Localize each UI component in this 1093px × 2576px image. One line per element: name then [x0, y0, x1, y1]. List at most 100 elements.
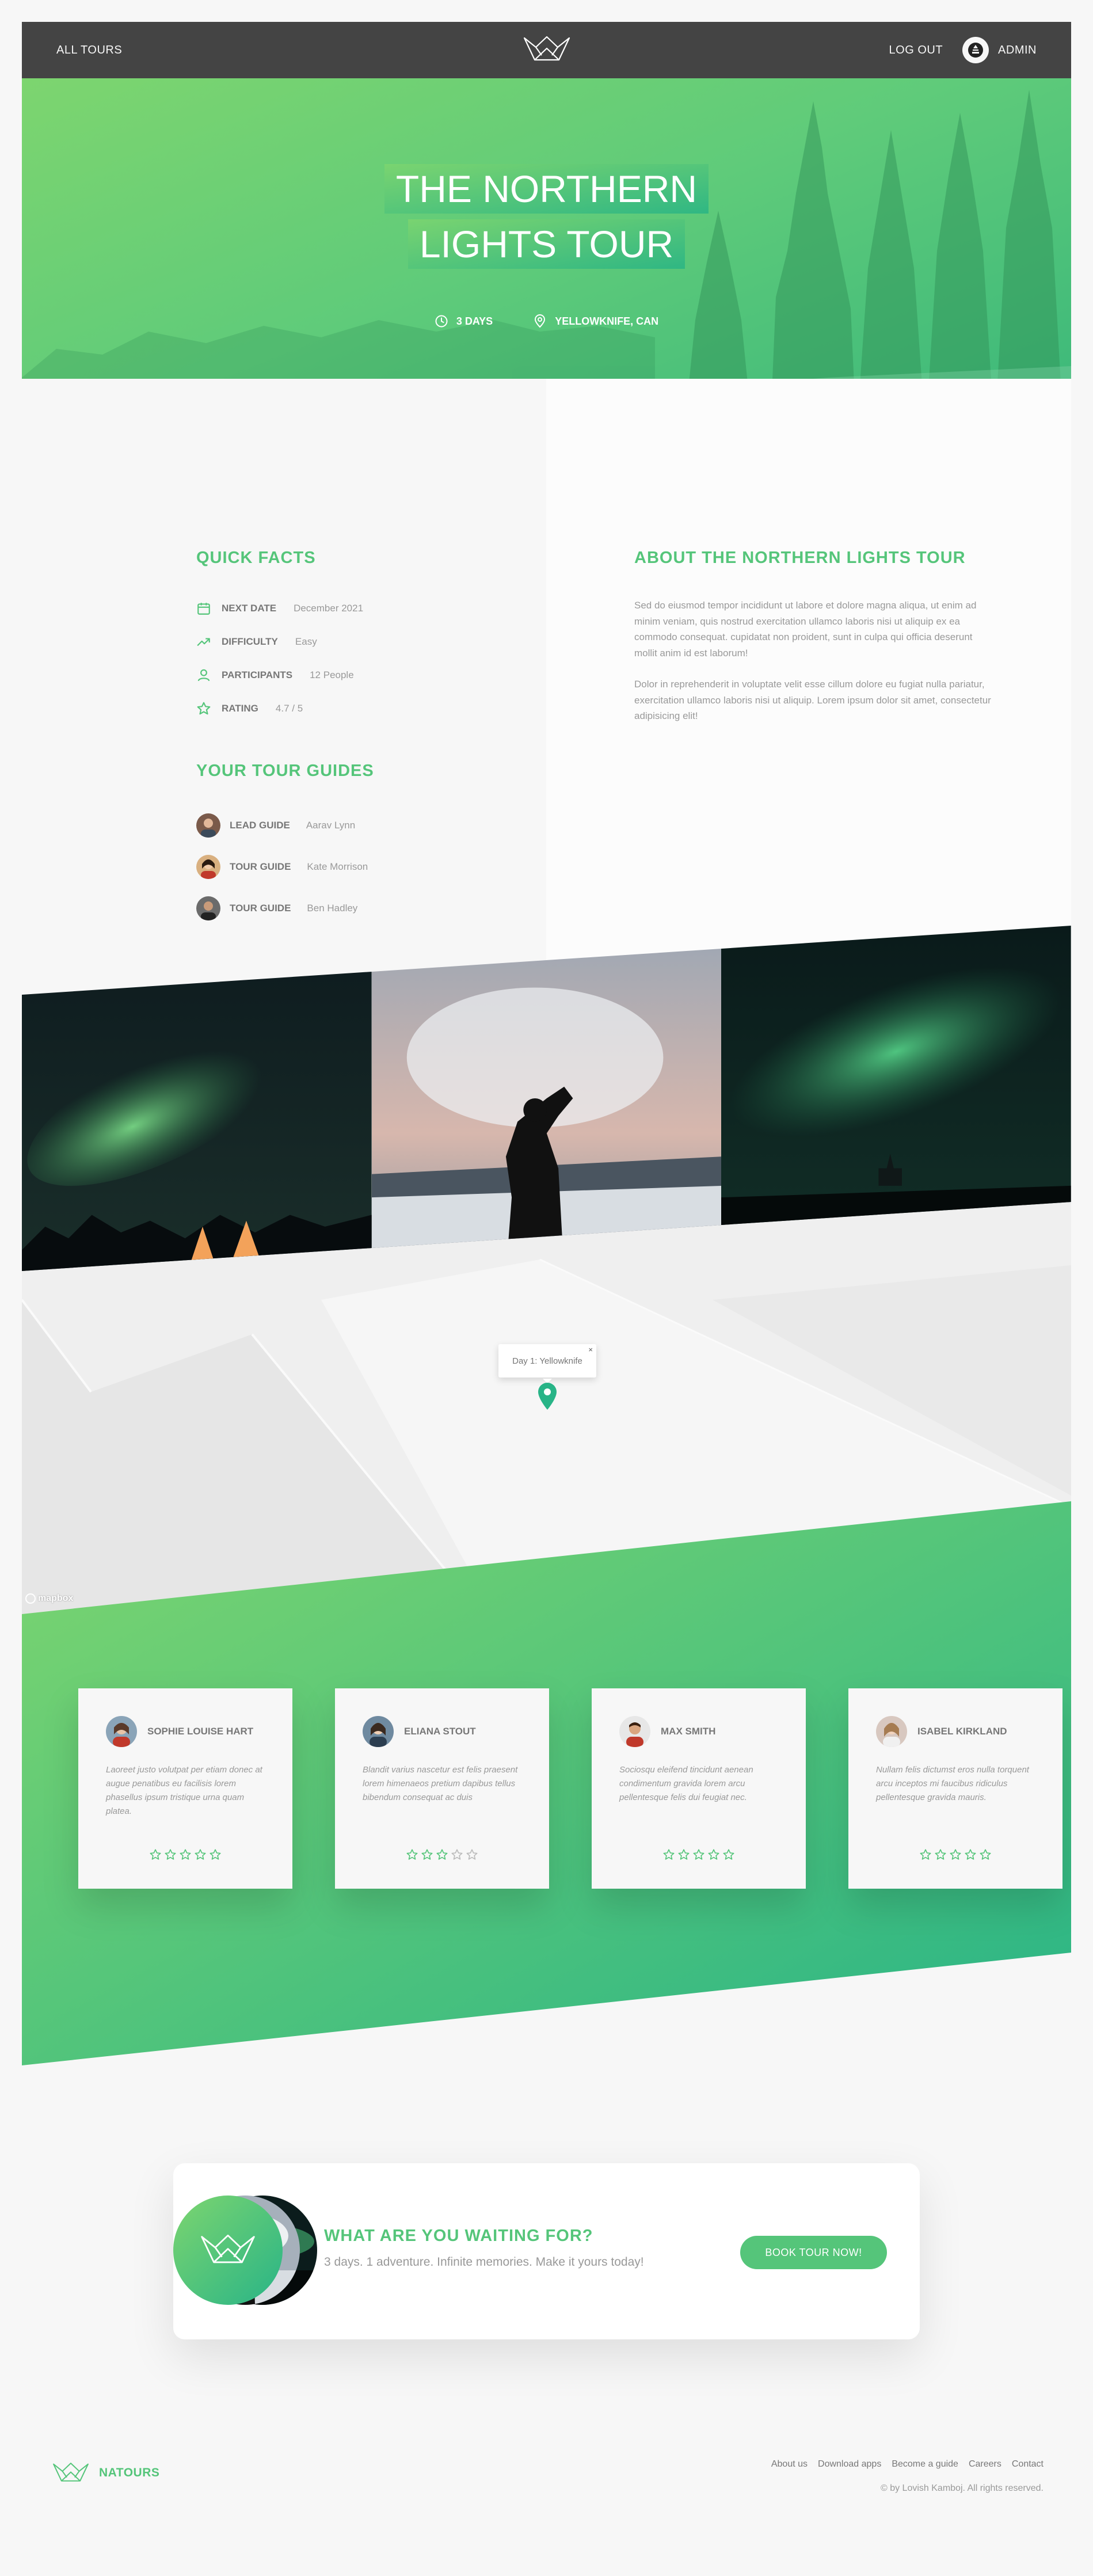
hero-duration-text: 3 DAYS [456, 315, 493, 327]
guide-item: LEAD GUIDE Aarav Lynn [196, 805, 368, 846]
all-tours-link[interactable]: ALL TOURS [56, 44, 122, 57]
star-active-icon [678, 1849, 690, 1860]
guide-role: TOUR GUIDE [230, 861, 291, 872]
book-tour-button[interactable]: BOOK TOUR NOW! [740, 2236, 887, 2269]
guide-name: Kate Morrison [307, 861, 368, 872]
star-active-icon [920, 1849, 931, 1860]
quick-facts-list: NEXT DATE December 2021 DIFFICULTY Easy … [196, 592, 363, 725]
fact-value: December 2021 [294, 603, 364, 614]
tour-title-line1: THE NORTHERN [384, 164, 709, 214]
review-card: MAX SMITH Sociosqu eleifend tincidunt ae… [592, 1688, 806, 1889]
cta-logo-circle [173, 2196, 283, 2305]
footer-link-become-guide[interactable]: Become a guide [892, 2459, 958, 2470]
cta-box: WHAT ARE YOU WAITING FOR? 3 days. 1 adve… [173, 2163, 920, 2339]
natours-logo-icon [53, 2463, 89, 2482]
review-rating [876, 1848, 1035, 1861]
logout-link[interactable]: LOG OUT [889, 44, 943, 57]
fact-label: DIFFICULTY [222, 636, 278, 647]
review-avatar [876, 1716, 907, 1747]
review-user: ELIANA STOUT [363, 1716, 521, 1747]
star-active-icon [180, 1849, 191, 1860]
user-avatar-icon [968, 43, 984, 58]
review-user: SOPHIE LOUISE HART [106, 1716, 265, 1747]
map-pin-icon [535, 314, 546, 328]
about-text: Sed do eiusmod tempor incididunt ut labo… [634, 598, 991, 739]
site-footer: NATOURS About us Download apps Become a … [22, 2428, 1071, 2532]
footer-logo[interactable]: NATOURS [52, 2461, 159, 2484]
fact-value: 4.7 / 5 [275, 703, 303, 714]
guide-name: Ben Hadley [307, 903, 358, 914]
hero-location-text: YELLOWKNIFE, CAN [555, 315, 659, 327]
hero-title-wrap: THE NORTHERN LIGHTS TOUR [22, 162, 1071, 272]
map-popup: Day 1: Yellowknife × [498, 1344, 596, 1383]
tour-title-line2: LIGHTS TOUR [408, 219, 685, 269]
review-card: ISABEL KIRKLAND Nullam felis dictumst er… [848, 1688, 1062, 1889]
natours-logo-icon [201, 2235, 255, 2263]
footer-link-careers[interactable]: Careers [969, 2459, 1001, 2470]
review-rating [619, 1848, 778, 1861]
review-avatar [363, 1716, 394, 1747]
guide-avatar [196, 896, 220, 920]
guide-role: LEAD GUIDE [230, 820, 290, 831]
calendar-icon [197, 603, 210, 615]
star-active-icon [708, 1849, 719, 1860]
tour-title: THE NORTHERN LIGHTS TOUR [384, 162, 709, 272]
about-paragraph: Dolor in reprehenderit in voluptate veli… [634, 678, 991, 722]
fact-label: NEXT DATE [222, 603, 277, 614]
footer-link-contact[interactable]: Contact [1012, 2459, 1044, 2470]
review-rating [106, 1848, 265, 1861]
star-inactive-icon [466, 1849, 478, 1860]
star-active-icon [421, 1849, 433, 1860]
user-menu[interactable]: ADMIN [962, 37, 1037, 63]
review-name: ELIANA STOUT [404, 1726, 476, 1737]
footer-copyright: © by Lovish Kamboj. All rights reserved. [880, 2483, 1044, 2493]
guide-avatar [196, 855, 220, 879]
review-user: ISABEL KIRKLAND [876, 1716, 1035, 1747]
cta-text: 3 days. 1 adventure. Infinite memories. … [324, 2255, 644, 2269]
mapbox-text: mapbox [38, 1593, 74, 1603]
fact-value: 12 People [310, 669, 354, 680]
star-active-icon [980, 1849, 991, 1860]
site-header: ALL TOURS LOG OUT ADMIN [22, 22, 1071, 78]
cta-heading: WHAT ARE YOU WAITING FOR? [324, 2227, 593, 2245]
tour-guides-list: LEAD GUIDE Aarav Lynn TOUR GUIDE Kate Mo… [196, 805, 368, 929]
cta-images [173, 2196, 317, 2305]
star-active-icon [663, 1849, 675, 1860]
hero-location: YELLOWKNIFE, CAN [533, 314, 658, 328]
popup-close-button[interactable]: × [588, 1345, 593, 1354]
review-card: SOPHIE LOUISE HART Laoreet justo volutpa… [78, 1688, 292, 1889]
fact-difficulty: DIFFICULTY Easy [196, 625, 363, 659]
hero-details: 3 DAYS YELLOWKNIFE, CAN [22, 314, 1071, 328]
natours-logo[interactable] [522, 35, 572, 64]
map-marker-icon[interactable] [536, 1382, 558, 1410]
fact-label: RATING [222, 703, 258, 714]
fact-participants: PARTICIPANTS 12 People [196, 659, 363, 692]
review-user: MAX SMITH [619, 1716, 778, 1747]
header-user-nav: LOG OUT ADMIN [889, 37, 1037, 63]
guide-item: TOUR GUIDE Kate Morrison [196, 846, 368, 888]
hero-duration: 3 DAYS [435, 314, 493, 328]
fact-next-date: NEXT DATE December 2021 [196, 592, 363, 625]
page: ALL TOURS LOG OUT ADMIN THE NORTHERN LIG… [22, 22, 1071, 2554]
star-active-icon [950, 1849, 961, 1860]
footer-link-download-apps[interactable]: Download apps [818, 2459, 881, 2470]
review-text: Sociosqu eleifend tincidunt aenean condi… [619, 1765, 753, 1802]
review-name: SOPHIE LOUISE HART [147, 1726, 254, 1737]
fact-value: Easy [295, 636, 317, 647]
mapbox-attribution[interactable]: mapbox [25, 1593, 73, 1604]
tour-image [371, 926, 722, 1271]
star-active-icon [935, 1849, 946, 1860]
star-active-icon [693, 1849, 704, 1860]
user-name: ADMIN [998, 43, 1037, 56]
mapbox-logo-icon [25, 1593, 36, 1604]
fact-label: PARTICIPANTS [222, 669, 293, 680]
footer-link-about[interactable]: About us [771, 2459, 808, 2470]
trending-up-icon [197, 638, 210, 646]
footer-brand: NATOURS [99, 2466, 160, 2479]
guide-item: TOUR GUIDE Ben Hadley [196, 888, 368, 929]
star-active-icon [150, 1849, 161, 1860]
star-active-icon [436, 1849, 448, 1860]
about-heading: ABOUT THE NORTHERN LIGHTS TOUR [634, 549, 966, 567]
clock-icon [435, 315, 448, 328]
review-avatar [106, 1716, 137, 1747]
